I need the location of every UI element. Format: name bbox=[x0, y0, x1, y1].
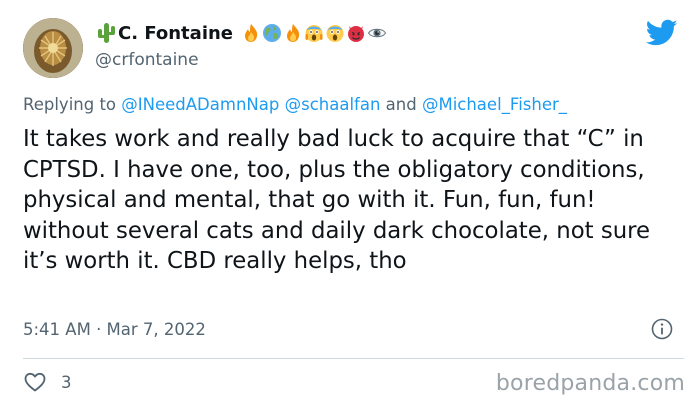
like-button[interactable]: 3 bbox=[23, 370, 72, 394]
replying-prefix: Replying to bbox=[23, 95, 117, 114]
author-handle[interactable]: @crfontaine bbox=[95, 50, 387, 70]
twitter-bird-icon[interactable] bbox=[646, 19, 678, 47]
avatar[interactable] bbox=[23, 18, 83, 78]
watermark-text: boredpanda.com bbox=[495, 371, 685, 396]
cactus-icon bbox=[98, 23, 115, 43]
scream-icon bbox=[305, 25, 323, 42]
divider bbox=[23, 358, 684, 359]
like-count: 3 bbox=[61, 372, 72, 392]
tweet-timestamp[interactable]: 5:41 AM · Mar 7, 2022 bbox=[23, 320, 206, 339]
fire-icon bbox=[287, 24, 300, 42]
info-icon[interactable] bbox=[651, 318, 673, 340]
devil-face-icon bbox=[348, 26, 365, 42]
tweet-text: It takes work and really bad luck to acq… bbox=[23, 126, 651, 274]
author-names: C. Fontaine @crfontaine bbox=[95, 19, 387, 70]
mentions-joiner: and bbox=[385, 95, 417, 114]
avatar-image bbox=[23, 18, 83, 78]
eye-icon bbox=[367, 28, 387, 38]
display-name: C. Fontaine bbox=[118, 22, 234, 44]
replying-to-line: Replying to @INeedADamnNap @schaalfan an… bbox=[23, 95, 567, 114]
tweet-header: C. Fontaine @crfontaine bbox=[23, 15, 683, 79]
name-emojis bbox=[241, 23, 387, 43]
scream-icon bbox=[326, 25, 344, 42]
mention-link[interactable]: @INeedADamnNap bbox=[121, 95, 279, 114]
mention-link[interactable]: @schaalfan bbox=[285, 95, 381, 114]
globe-icon bbox=[263, 24, 282, 42]
heart-icon bbox=[24, 372, 46, 392]
display-name-row[interactable]: C. Fontaine bbox=[95, 19, 387, 47]
mention-link[interactable]: @Michael_Fisher_ bbox=[422, 95, 567, 114]
fire-icon bbox=[245, 24, 258, 42]
